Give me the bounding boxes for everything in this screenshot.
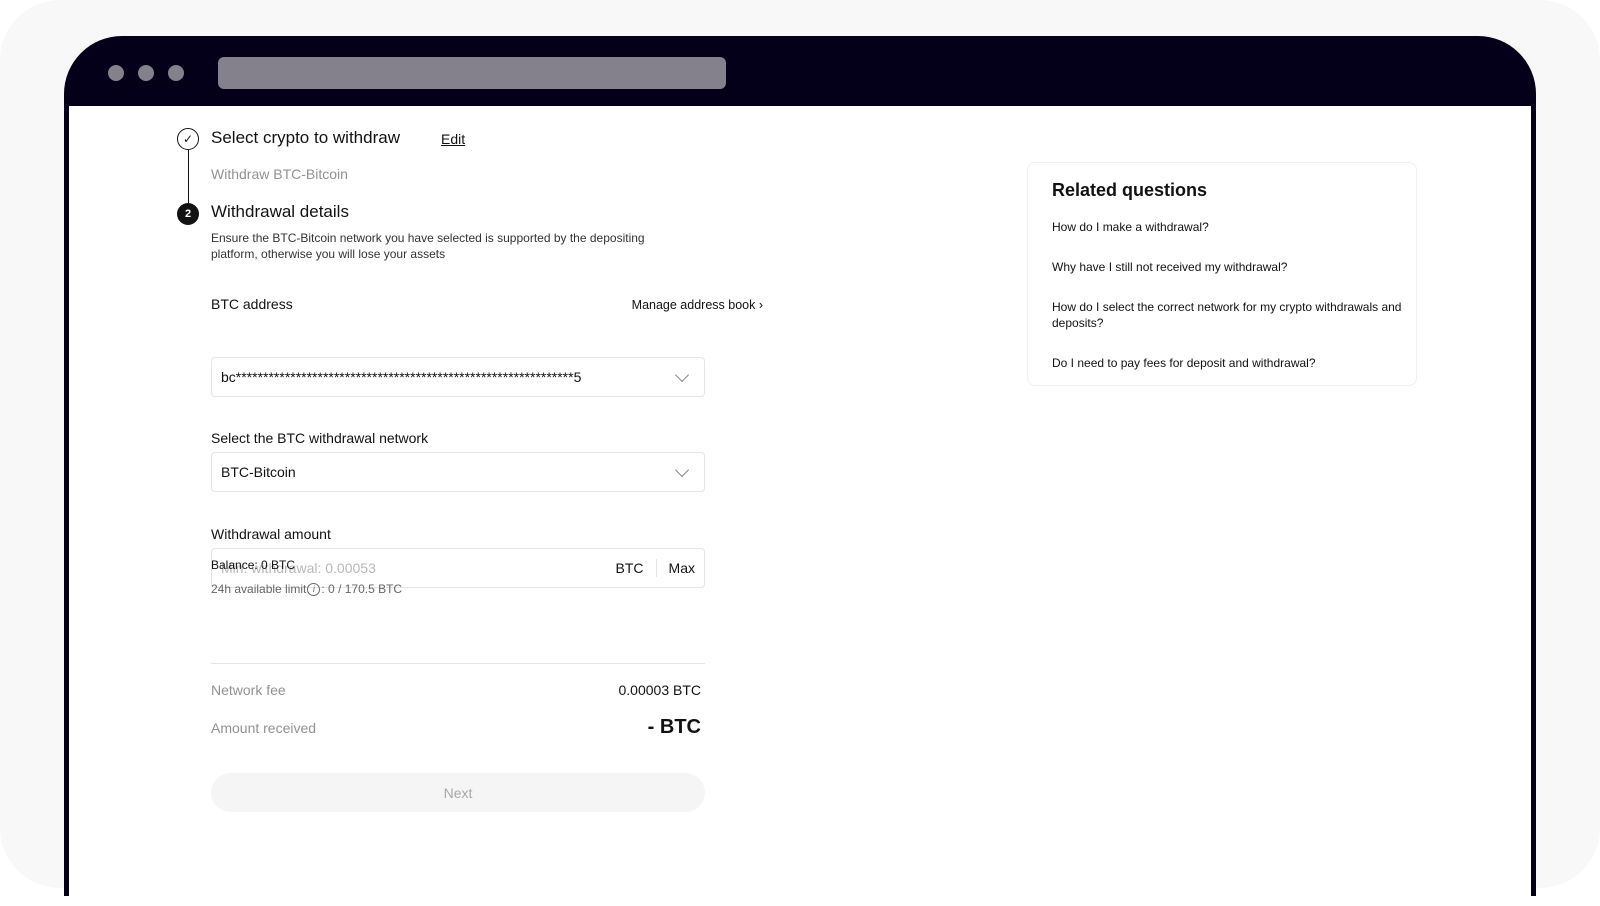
edit-step-link[interactable]: Edit [441, 131, 465, 147]
address-bar[interactable] [218, 57, 726, 89]
manage-address-book-link[interactable]: Manage address book › [632, 298, 763, 312]
related-questions-card: Related questions How do I make a withdr… [1027, 162, 1417, 386]
check-icon: ✓ [177, 128, 199, 150]
related-questions-title: Related questions [1052, 180, 1208, 200]
step-1-title: Select crypto to withdraw [211, 128, 400, 147]
amount-received-label: Amount received [211, 720, 317, 736]
max-button[interactable]: Max [657, 560, 695, 576]
network-warning-text: Ensure the BTC-Bitcoin network you have … [211, 231, 645, 261]
address-value: bc**************************************… [221, 369, 582, 385]
browser-window: ✓ 2 Select crypto to withdraw Edit Withd… [64, 36, 1536, 906]
network-selected-value: BTC-Bitcoin [221, 464, 296, 480]
info-icon[interactable]: i [307, 582, 321, 596]
chevron-down-icon[interactable] [674, 367, 690, 382]
network-label: Select the BTC withdrawal network [211, 430, 429, 446]
related-questions-list: How do I make a withdrawal? Why have I s… [1052, 219, 1402, 395]
address-select[interactable]: bc**************************************… [211, 357, 705, 397]
question-link[interactable]: Why have I still not received my withdra… [1052, 259, 1402, 275]
window-control-close[interactable] [108, 65, 124, 81]
chevron-down-icon[interactable] [674, 462, 690, 477]
network-fee-value: 0.00003 BTC [618, 682, 702, 698]
amount-unit: BTC [615, 560, 644, 576]
step-1-summary: Withdraw BTC-Bitcoin [211, 166, 348, 182]
address-label: BTC address [211, 296, 293, 312]
balance-text: Balance: 0 BTC [211, 558, 296, 572]
amount-received-value: - BTC [647, 716, 701, 738]
daily-limit-row: 24h available limit i : 0 / 170.5 BTC [211, 582, 402, 596]
limit-label: 24h available limit [211, 582, 307, 596]
network-fee-label: Network fee [211, 682, 286, 698]
window-control-maximize[interactable] [168, 65, 184, 81]
page-viewport: ✓ 2 Select crypto to withdraw Edit Withd… [69, 106, 1531, 906]
stepper-connector [187, 150, 189, 204]
question-link[interactable]: Do I need to pay fees for deposit and wi… [1052, 355, 1402, 371]
section-divider [211, 663, 705, 664]
step-2-title: Withdrawal details [211, 202, 349, 221]
step-number-badge: 2 [177, 203, 199, 225]
question-link[interactable]: How do I select the correct network for … [1052, 299, 1402, 331]
network-select[interactable]: BTC-Bitcoin [211, 452, 705, 492]
window-control-minimize[interactable] [138, 65, 154, 81]
question-link[interactable]: How do I make a withdrawal? [1052, 219, 1402, 235]
limit-value: : 0 / 170.5 BTC [321, 582, 403, 596]
amount-label: Withdrawal amount [211, 526, 331, 542]
next-button[interactable]: Next [211, 773, 705, 812]
window-controls [108, 65, 184, 81]
